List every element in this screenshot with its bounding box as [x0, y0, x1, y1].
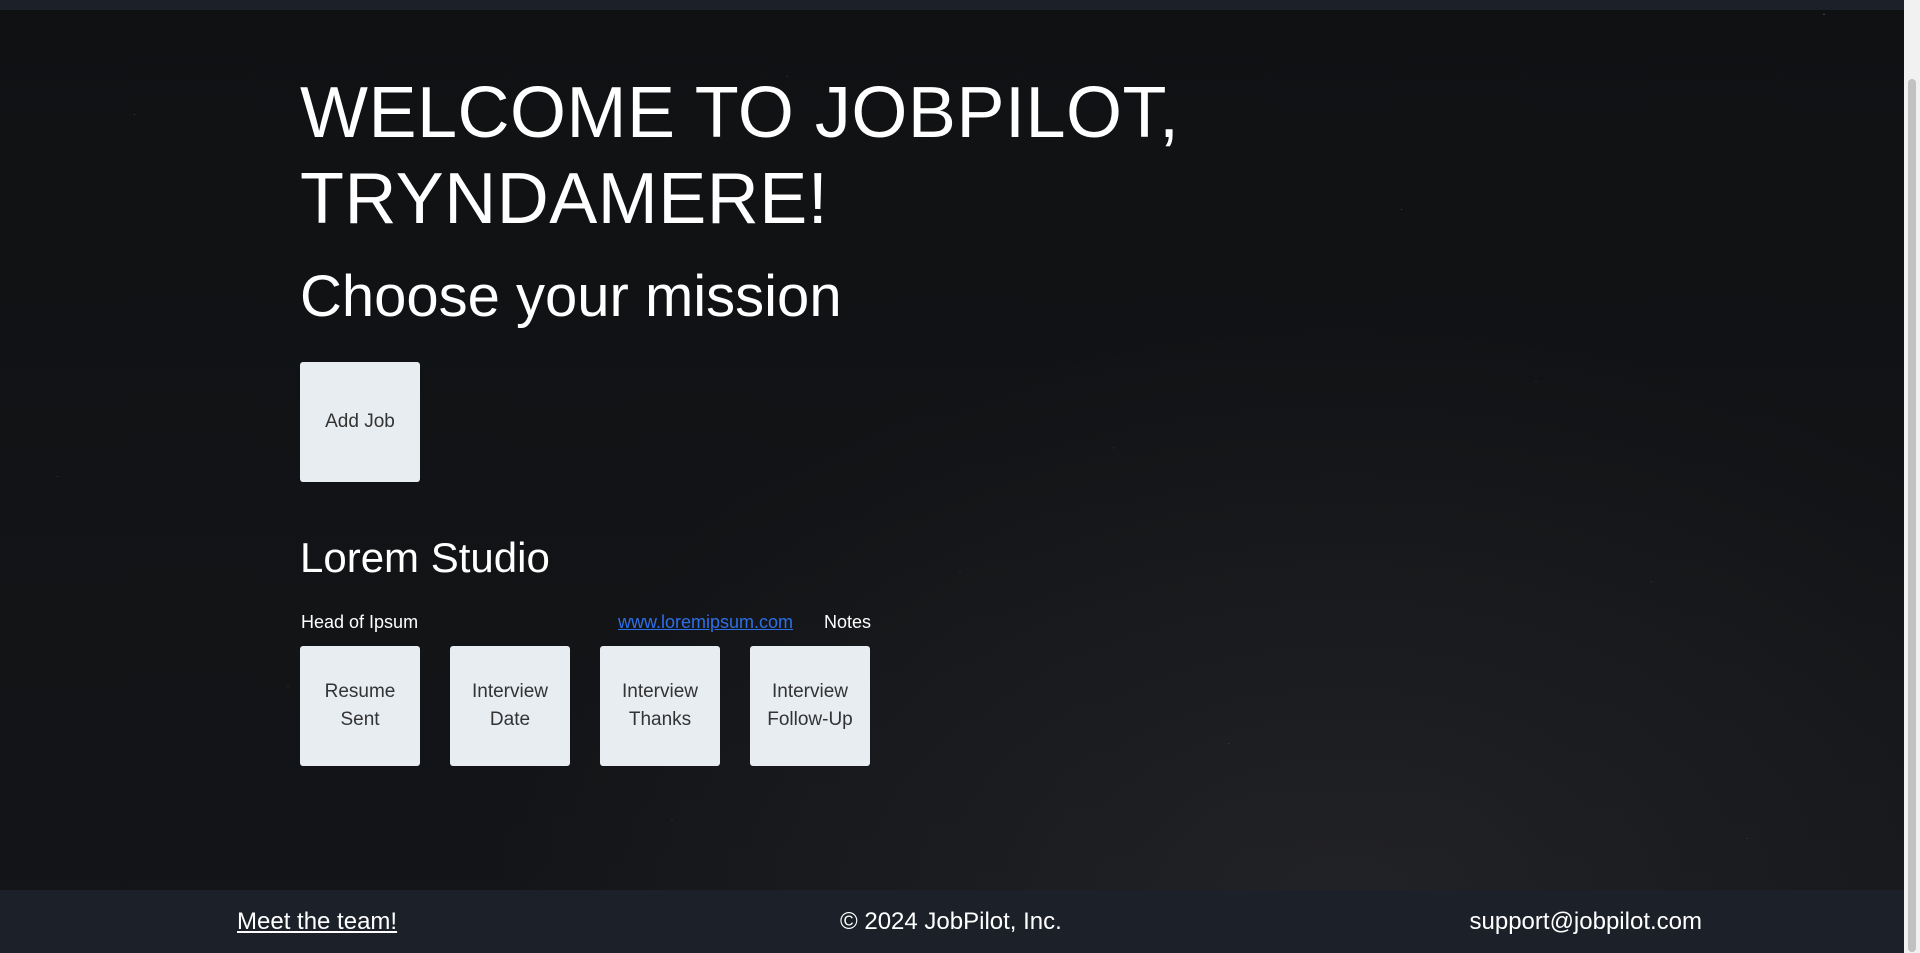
job-title: Head of Ipsum: [301, 612, 419, 632]
support-email: support@jobpilot.com: [1469, 908, 1702, 935]
job-website-link[interactable]: www.loremipsum.com: [618, 612, 793, 633]
add-job-button[interactable]: Add Job: [300, 362, 420, 482]
copyright-text: © 2024 JobPilot, Inc.: [840, 908, 1062, 935]
stage-label: Resume Sent: [324, 681, 396, 730]
welcome-heading: WELCOME TO JOBPILOT, TRYNDAMERE!: [300, 70, 1300, 242]
interview-thanks-button[interactable]: Interview Thanks: [600, 646, 720, 766]
stage-label: Interview Date: [471, 681, 549, 730]
welcome-line-2: TRYNDAMERE!: [300, 159, 829, 239]
vertical-scrollbar[interactable]: [1904, 0, 1920, 953]
interview-follow-up-button[interactable]: Interview Follow-Up: [750, 646, 870, 766]
application-stages: Resume Sent Interview Date Interview Thanks…: [300, 646, 1600, 766]
scrollbar-thumb[interactable]: [1908, 79, 1916, 952]
company-name: Lorem Studio: [300, 534, 550, 581]
stage-label: Interview Thanks: [621, 681, 699, 730]
main-content: WELCOME TO JOBPILOT, TRYNDAMERE! Choose …: [300, 70, 1600, 766]
job-notes-label[interactable]: Notes: [824, 612, 871, 633]
stage-label: Interview Follow-Up: [767, 681, 853, 730]
interview-date-button[interactable]: Interview Date: [450, 646, 570, 766]
job-meta-row: Head of Ipsum www.loremipsum.com Notes: [300, 612, 1600, 636]
welcome-line-1: WELCOME TO JOBPILOT,: [300, 73, 1180, 153]
mission-subtitle: Choose your mission: [300, 264, 842, 329]
resume-sent-button[interactable]: Resume Sent: [300, 646, 420, 766]
page-footer: Meet the team! © 2024 JobPilot, Inc. sup…: [0, 890, 1904, 953]
meet-the-team-link[interactable]: Meet the team!: [237, 908, 397, 936]
top-nav-bar: [0, 0, 1904, 10]
